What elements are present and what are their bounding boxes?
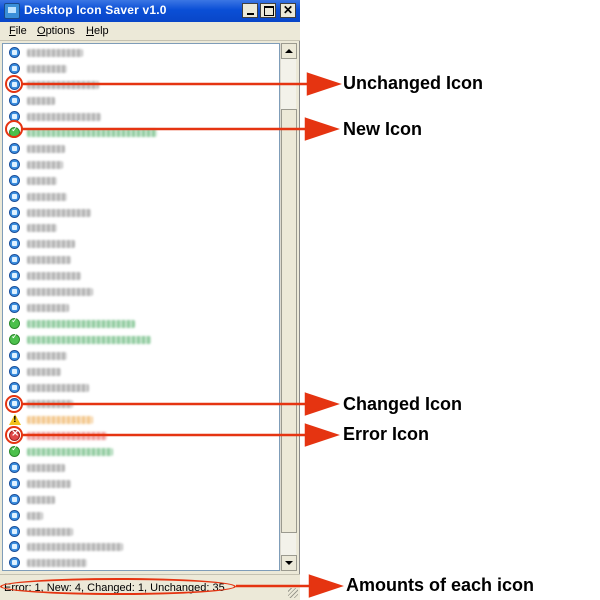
arrowhead-amounts — [308, 574, 344, 598]
label-unchanged-icon: Unchanged Icon — [343, 73, 484, 93]
arrowhead-changed — [304, 392, 340, 416]
label-amounts: Amounts of each icon — [346, 575, 535, 595]
label-changed-icon: Changed Icon — [343, 394, 463, 414]
label-new-icon: New Icon — [343, 119, 423, 139]
arrowhead-new — [304, 117, 340, 141]
label-error-icon: Error Icon — [343, 424, 430, 444]
arrowhead-unchanged — [306, 72, 342, 96]
arrowhead-error — [304, 423, 340, 447]
callout-arrows — [22, 72, 344, 598]
